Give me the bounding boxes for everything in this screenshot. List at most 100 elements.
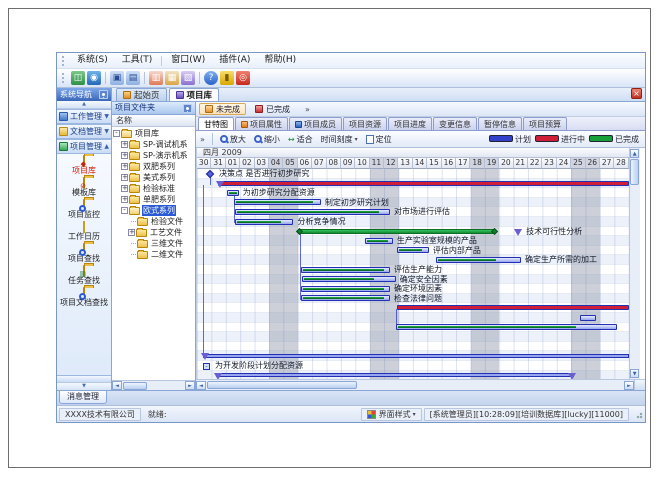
scrollbar-thumb[interactable] <box>123 382 147 390</box>
help-icon[interactable]: ? <box>204 71 218 85</box>
pin-icon[interactable] <box>99 90 108 99</box>
pin-icon[interactable] <box>183 104 192 113</box>
tab-project-members[interactable]: 项目成员 <box>289 117 342 130</box>
tab-project-library[interactable]: 项目库 <box>169 88 220 101</box>
scroll-left-icon[interactable]: ◄ <box>112 381 122 390</box>
expand-icon[interactable]: + <box>128 229 135 236</box>
sidebar-item-project-monitor[interactable]: 项目监控 <box>57 200 111 220</box>
tree-horizontal-scrollbar[interactable]: ◄ ► <box>112 380 195 390</box>
web-icon[interactable]: ◉ <box>87 71 101 85</box>
window-icon[interactable]: ▣ <box>110 71 124 85</box>
expand-icon[interactable]: + <box>121 196 128 203</box>
gantt-task-bar[interactable] <box>234 199 321 205</box>
zoom-in-button[interactable]: 放大 <box>216 132 250 146</box>
tree-node[interactable]: + 双肥系列 <box>112 161 195 172</box>
assignment-icon[interactable]: - <box>203 363 210 370</box>
template-icon[interactable]: ▧ <box>181 71 195 85</box>
tab-project-resources[interactable]: 项目资源 <box>343 117 387 130</box>
gantt-summary-bar[interactable] <box>203 354 629 358</box>
tab-project-budget[interactable]: 项目预算 <box>523 117 567 130</box>
gantt-horizontal-scrollbar[interactable]: ◄ ► <box>196 379 645 390</box>
overflow-chevron-icon[interactable]: » <box>305 105 310 114</box>
gantt-task-bar[interactable] <box>235 219 293 225</box>
sidebar-item-task-search[interactable]: ▥ 任务查找 <box>57 266 111 286</box>
tab-project-properties[interactable]: 项目属性 <box>235 117 288 130</box>
scrollbar-thumb[interactable] <box>630 159 639 185</box>
expand-icon[interactable]: + <box>121 141 128 148</box>
time-scale-dropdown[interactable]: 时间刻度▾ <box>317 132 362 146</box>
menu-plugins[interactable]: 插件(A) <box>212 53 257 68</box>
scroll-left-icon[interactable]: ◄ <box>196 381 206 390</box>
gantt-task-bar[interactable] <box>227 190 239 196</box>
sidebar-scroll-down[interactable]: ▼ <box>57 382 111 390</box>
tab-change-info[interactable]: 变更信息 <box>433 117 477 130</box>
tree-node[interactable]: 检验文件 <box>112 216 195 227</box>
tab-project-progress[interactable]: 项目进度 <box>388 117 432 130</box>
scrollbar-thumb[interactable] <box>207 381 357 389</box>
tree-node[interactable]: + SP-调试机系 <box>112 139 195 150</box>
schedule-icon[interactable]: ▦ <box>165 71 179 85</box>
tab-start-page[interactable]: 起始页 <box>116 88 167 101</box>
lock-icon[interactable]: ▮ <box>220 71 234 85</box>
collapse-icon[interactable]: - <box>121 207 128 214</box>
tree-node[interactable]: - 项目库 <box>112 128 195 139</box>
gantt-summary-active-bar[interactable] <box>397 305 629 310</box>
gantt-task-bar[interactable] <box>301 267 390 273</box>
sidebar-section-work[interactable]: 工作管理 ▼ <box>57 109 111 124</box>
gantt-task-bar[interactable] <box>397 247 429 253</box>
tree-node[interactable]: + 单肥系列 <box>112 194 195 205</box>
gantt-task-bar[interactable] <box>301 286 390 292</box>
tree-node[interactable]: + SP-演示机系 <box>112 150 195 161</box>
sidebar-item-work-calendar[interactable]: 工作日历 <box>57 222 111 242</box>
tree-node[interactable]: + 检验标准 <box>112 183 195 194</box>
layout-icon[interactable]: ▤ <box>126 71 140 85</box>
tab-gantt-chart[interactable]: 甘特图 <box>198 117 234 130</box>
report-icon[interactable]: ▥ <box>149 71 163 85</box>
workspace-icon[interactable]: ◫ <box>71 71 85 85</box>
sidebar-section-clipped[interactable] <box>57 375 111 382</box>
toolbar-overflow-icon[interactable]: » <box>200 135 205 144</box>
gantt-task-bar[interactable] <box>302 276 396 282</box>
expand-icon[interactable]: + <box>121 163 128 170</box>
gantt-task-bar[interactable] <box>436 257 521 263</box>
scrollbar-track[interactable] <box>630 186 640 369</box>
filter-finished[interactable]: 已完成 <box>249 103 296 115</box>
tree-node-selected[interactable]: - 欧式系列 <box>112 205 195 216</box>
tree-node[interactable]: + 美式系列 <box>112 172 195 183</box>
locate-button[interactable]: 定位 <box>362 132 396 146</box>
ui-style-dropdown[interactable]: 界面样式 ▾ <box>361 408 422 421</box>
sidebar-item-project-library[interactable]: ◆ 项目库 <box>57 156 111 176</box>
zoom-out-button[interactable]: 缩小 <box>250 132 284 146</box>
expand-icon[interactable]: + <box>121 152 128 159</box>
message-manager-tab[interactable]: 消息管理 <box>59 391 107 404</box>
tab-pause-info[interactable]: 暂停信息 <box>478 117 522 130</box>
gantt-summary-bar[interactable] <box>216 373 575 377</box>
scroll-right-icon[interactable]: ► <box>185 381 195 390</box>
gantt-task-bar[interactable] <box>365 238 392 244</box>
expand-icon[interactable]: + <box>121 174 128 181</box>
menu-window[interactable]: 窗口(W) <box>164 53 212 68</box>
expand-icon[interactable]: + <box>121 185 128 192</box>
gantt-vertical-scrollbar[interactable]: ▲ ▼ <box>629 148 640 379</box>
power-icon[interactable]: ◎ <box>236 71 250 85</box>
gantt-task-bar[interactable] <box>235 209 390 215</box>
resize-grip[interactable] <box>633 409 643 419</box>
menubar-drag-handle[interactable] <box>62 56 67 66</box>
menu-system[interactable]: 系统(S) <box>70 53 115 68</box>
menu-tools[interactable]: 工具(T) <box>115 53 160 68</box>
scroll-up-icon[interactable]: ▲ <box>630 149 639 158</box>
scroll-right-icon[interactable]: ► <box>624 381 634 390</box>
filter-unfinished[interactable]: 未完成 <box>199 103 246 115</box>
scroll-down-icon[interactable]: ▼ <box>630 369 639 378</box>
sidebar-item-project-search[interactable]: 项目查找 <box>57 244 111 264</box>
tree-node[interactable]: 二维文件 <box>112 249 195 260</box>
sidebar-section-documents[interactable]: 文档管理 ▼ <box>57 124 111 139</box>
sidebar-item-template-library[interactable]: ⊘ 模板库 <box>57 178 111 198</box>
sidebar-section-projects[interactable]: 项目管理 ▲ <box>57 139 111 154</box>
gantt-summary-done-bar[interactable] <box>299 229 493 234</box>
gantt-task-bar[interactable] <box>396 324 618 330</box>
toolbar-drag-handle[interactable] <box>62 73 67 83</box>
gantt-task-bar[interactable] <box>301 295 390 301</box>
menu-help[interactable]: 帮助(H) <box>257 53 303 68</box>
tree-column-header[interactable]: 名称 <box>112 115 195 127</box>
